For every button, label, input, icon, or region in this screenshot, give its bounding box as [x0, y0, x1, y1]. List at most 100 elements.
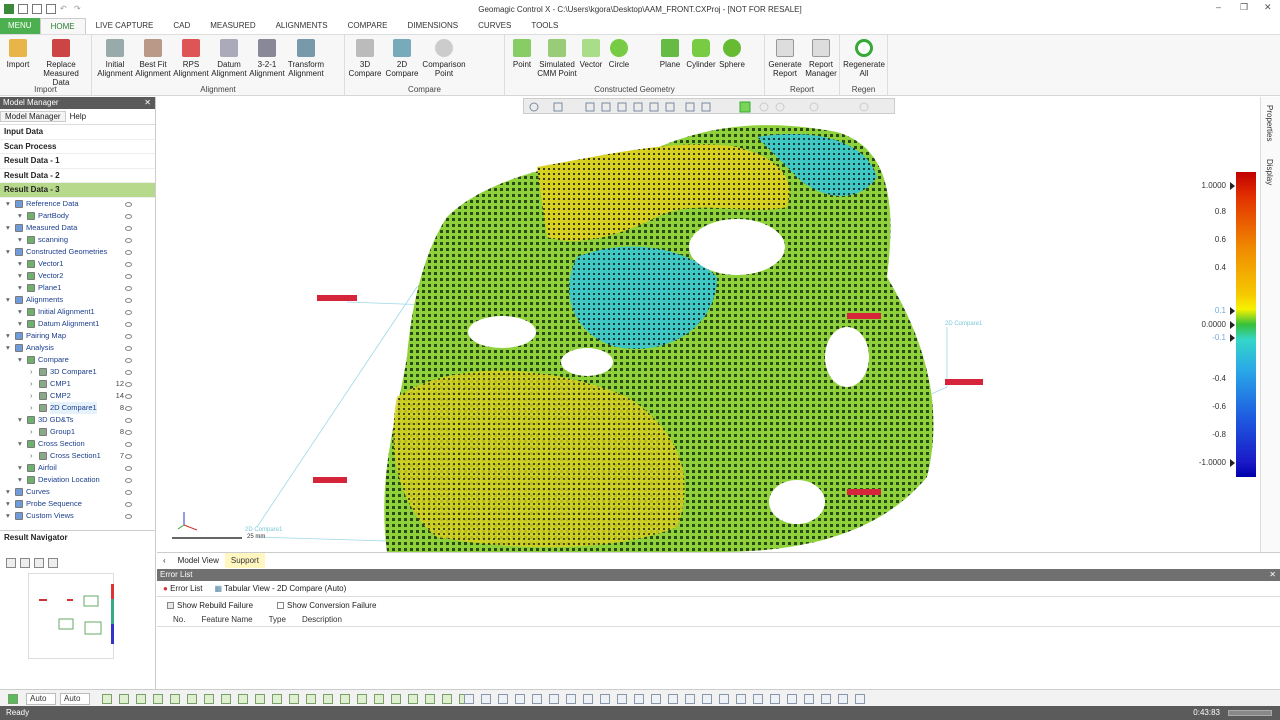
tree-item-analysis[interactable]: ▾ Analysis: [0, 342, 156, 354]
view-tool-icon[interactable]: [515, 694, 525, 704]
tree-item-constructed-geometries[interactable]: ▾ Constructed Geometries: [0, 246, 156, 258]
transform-alignment-button[interactable]: Transform Alignment: [286, 39, 326, 78]
import-button[interactable]: Import: [4, 39, 32, 69]
section-scan-process[interactable]: Scan Process: [0, 140, 155, 154]
3d-compare-button[interactable]: 3D Compare: [347, 39, 383, 78]
result-thumbnail[interactable]: [28, 573, 114, 659]
expand-toggle-icon[interactable]: ›: [30, 366, 37, 378]
colorbar-marker-icon[interactable]: [1230, 459, 1235, 467]
view-tool-icon[interactable]: [855, 694, 865, 704]
tab-live-capture[interactable]: LIVE CAPTURE: [86, 18, 164, 34]
tree-item-deviation-location[interactable]: ▾ Deviation Location: [0, 474, 156, 486]
tree-item-group1[interactable]: › Group1 8: [0, 426, 156, 438]
nav-view-icon[interactable]: [6, 558, 16, 568]
tree-item-curves[interactable]: ▾ Curves: [0, 486, 156, 498]
expand-toggle-icon[interactable]: ▾: [6, 198, 13, 210]
selection-tool-icon[interactable]: [391, 694, 401, 704]
expand-toggle-icon[interactable]: ▾: [18, 354, 25, 366]
3d-viewport[interactable]: 25 mm 2D Compare1 2D Compare1: [157, 97, 1280, 552]
expand-toggle-icon[interactable]: ▾: [18, 282, 25, 294]
show-rebuild-failure-checkbox[interactable]: Show Rebuild Failure: [167, 601, 253, 610]
plane-button[interactable]: Plane: [655, 39, 685, 69]
minimize-icon[interactable]: –: [1216, 2, 1221, 12]
tree-item-scanning[interactable]: ▾ scanning: [0, 234, 156, 246]
point-button[interactable]: Point: [507, 39, 537, 69]
expand-toggle-icon[interactable]: ›: [30, 378, 37, 390]
visibility-eye-icon[interactable]: [125, 465, 132, 471]
view-tool-icon[interactable]: [719, 694, 729, 704]
visibility-eye-icon[interactable]: [125, 285, 132, 291]
nav-grid-icon[interactable]: [48, 558, 58, 568]
visibility-eye-icon[interactable]: [125, 249, 132, 255]
selection-tool-icon[interactable]: [357, 694, 367, 704]
selection-filter-dropdown[interactable]: Auto: [26, 693, 56, 705]
replace-measured-data-button[interactable]: Replace Measured Data: [34, 39, 88, 87]
view-tool-icon[interactable]: [651, 694, 661, 704]
expand-toggle-icon[interactable]: ▾: [6, 294, 13, 306]
tab-compare[interactable]: COMPARE: [338, 18, 398, 34]
tab-model-view[interactable]: Model View: [172, 553, 225, 568]
datum-alignment-button[interactable]: Datum Alignment: [210, 39, 248, 78]
expand-toggle-icon[interactable]: ▾: [18, 474, 25, 486]
nav-copy-icon[interactable]: [34, 558, 44, 568]
tab-tabular-view[interactable]: ▦ Tabular View - 2D Compare (Auto): [209, 584, 353, 593]
visibility-eye-icon[interactable]: [125, 381, 132, 387]
tab-properties[interactable]: Properties: [1265, 105, 1274, 141]
tree-item-airfoil[interactable]: ▾ Airfoil: [0, 462, 156, 474]
colorbar-marker-icon[interactable]: [1230, 321, 1235, 329]
colorbar-marker-icon[interactable]: [1230, 307, 1235, 315]
expand-toggle-icon[interactable]: ▾: [6, 222, 13, 234]
view-tool-icon[interactable]: [549, 694, 559, 704]
visibility-eye-icon[interactable]: [125, 489, 132, 495]
expand-toggle-icon[interactable]: ▾: [18, 270, 25, 282]
view-tool-icon[interactable]: [498, 694, 508, 704]
scan-model-render[interactable]: [157, 97, 1280, 552]
expand-toggle-icon[interactable]: ▾: [6, 246, 13, 258]
3-2-1-alignment-button[interactable]: 3-2-1 Alignment: [248, 39, 286, 78]
tree-item-2d-compare1[interactable]: › 2D Compare1 8: [0, 401, 156, 414]
view-tool-icon[interactable]: [600, 694, 610, 704]
expand-toggle-icon[interactable]: ▾: [18, 318, 25, 330]
selection-tool-icon[interactable]: [408, 694, 418, 704]
selection-mode-dropdown[interactable]: Auto: [60, 693, 90, 705]
expand-toggle-icon[interactable]: ▾: [6, 330, 13, 342]
visibility-eye-icon[interactable]: [125, 453, 132, 459]
result-navigator-header[interactable]: Result Navigator: [0, 530, 156, 544]
view-toolbar-icons[interactable]: [524, 99, 896, 115]
regenerate-all-button[interactable]: Regenerate All: [842, 39, 886, 78]
comparison-point-button[interactable]: Comparison Point: [421, 39, 467, 78]
close-icon[interactable]: ✕: [1269, 569, 1276, 581]
view-tool-icon[interactable]: [481, 694, 491, 704]
callout-2d-compare-right[interactable]: 2D Compare1: [945, 321, 982, 327]
view-tool-icon[interactable]: [787, 694, 797, 704]
expand-toggle-icon[interactable]: ▾: [18, 462, 25, 474]
selection-tool-icon[interactable]: [238, 694, 248, 704]
tab-tools[interactable]: TOOLS: [521, 18, 568, 34]
visibility-eye-icon[interactable]: [125, 405, 132, 411]
expand-toggle-icon[interactable]: ▾: [18, 258, 25, 270]
tree-item-cmp1[interactable]: › CMP1 12: [0, 378, 156, 390]
selection-tool-icon[interactable]: [187, 694, 197, 704]
column-type[interactable]: Type: [253, 615, 286, 624]
visibility-eye-icon[interactable]: [125, 393, 132, 399]
colorbar-marker-icon[interactable]: [1230, 334, 1235, 342]
section-result-data-1[interactable]: Result Data - 1: [0, 154, 155, 169]
expand-toggle-icon[interactable]: ›: [30, 402, 37, 414]
view-tool-icon[interactable]: [668, 694, 678, 704]
selection-tool-icon[interactable]: [323, 694, 333, 704]
expand-toggle-icon[interactable]: ▾: [18, 438, 25, 450]
selection-tool-icon[interactable]: [119, 694, 129, 704]
show-conversion-failure-checkbox[interactable]: Show Conversion Failure: [277, 601, 376, 610]
generate-report-button[interactable]: Generate Report: [767, 39, 803, 78]
visibility-eye-icon[interactable]: [125, 513, 132, 519]
visibility-eye-icon[interactable]: [125, 417, 132, 423]
view-tool-icon[interactable]: [583, 694, 593, 704]
visibility-eye-icon[interactable]: [125, 309, 132, 315]
visibility-eye-icon[interactable]: [125, 297, 132, 303]
expand-toggle-icon[interactable]: ▾: [6, 342, 13, 354]
tree-item-vector2[interactable]: ▾ Vector2: [0, 270, 156, 282]
view-tool-icon[interactable]: [566, 694, 576, 704]
visibility-eye-icon[interactable]: [125, 333, 132, 339]
visibility-eye-icon[interactable]: [125, 429, 132, 435]
tree-item-datum-alignment1[interactable]: ▾ Datum Alignment1: [0, 318, 156, 330]
